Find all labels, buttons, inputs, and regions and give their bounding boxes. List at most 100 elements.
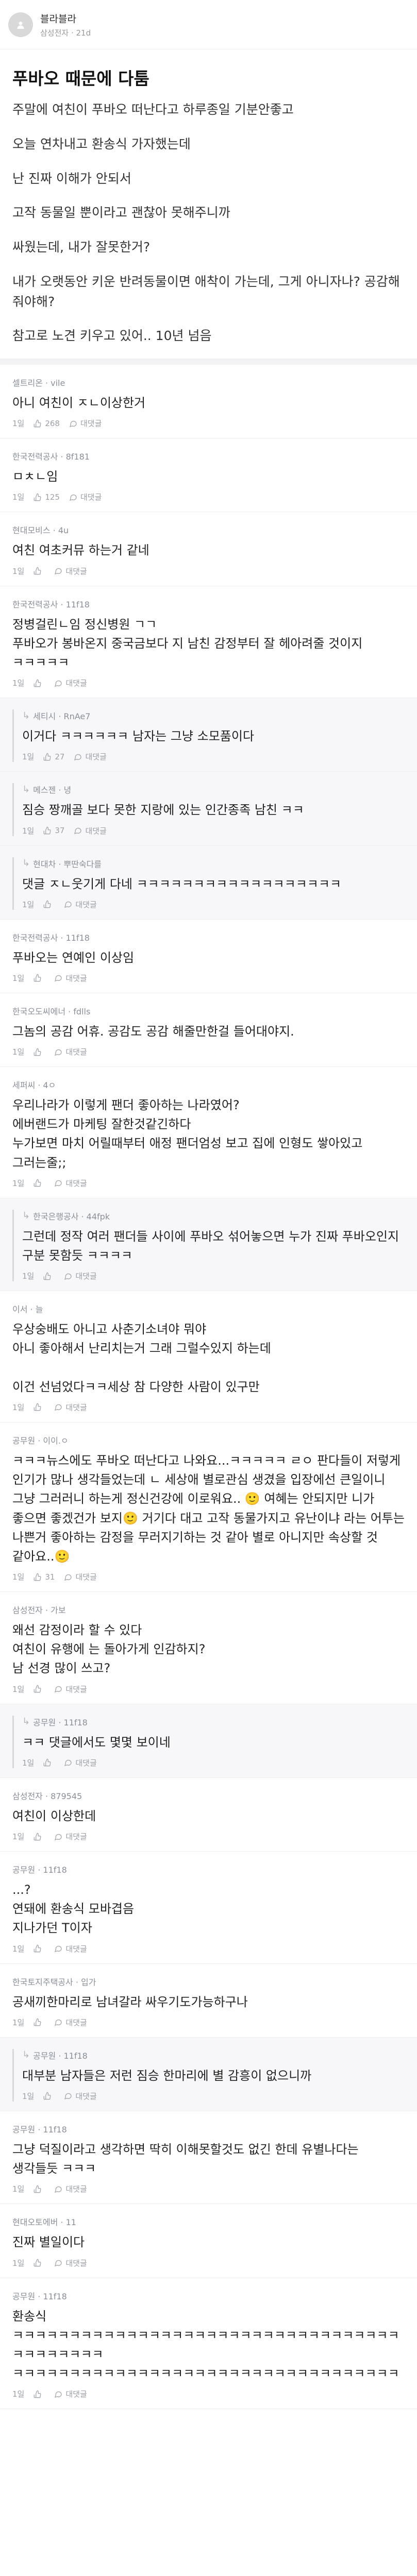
thumb-up-icon <box>43 826 52 835</box>
reply-button[interactable]: 대댓글 <box>54 1178 87 1189</box>
reply-button[interactable]: 대댓글 <box>64 899 97 910</box>
comment-text: 그냥 덕질이라고 생각하면 딱히 이해못할것도 없긴 한데 유별나다는 생각들듯… <box>12 2142 359 2176</box>
like-button[interactable]: 27 <box>43 752 64 761</box>
comment-author[interactable]: 세퍼씨 · 4ㅇ <box>12 1078 405 1091</box>
comment-author[interactable]: 현대모비스 · 4u <box>12 523 405 536</box>
comment-item: 이서 · 늘 우상숭배도 아니고 사춘기소녀야 뭐야 아니 좋아해서 난리치는거 그… <box>0 1291 417 1422</box>
author-avatar[interactable] <box>8 12 33 37</box>
like-button[interactable] <box>34 567 45 575</box>
comment-text: ㅋㅋㅋ뉴스에도 푸바오 떠난다고 나와요...ㅋㅋㅋㅋㅋ ㄹㅇ 판다들이 저렇게… <box>12 1453 405 1564</box>
like-button[interactable] <box>34 1403 45 1411</box>
reply-button[interactable]: 대댓글 <box>69 418 102 429</box>
like-button[interactable] <box>43 1758 55 1767</box>
reply-button[interactable]: 대댓글 <box>54 2258 87 2268</box>
comment-author-label: 공무원 · 이이.ㅇ <box>12 1435 69 1446</box>
reply-label: 대댓글 <box>65 2018 87 2027</box>
reply-button[interactable]: 대댓글 <box>64 2091 97 2102</box>
comment-author[interactable]: 삼성전자 · 가보 <box>12 1603 405 1616</box>
reply-button[interactable]: 대댓글 <box>54 973 87 984</box>
like-button[interactable]: 37 <box>43 826 64 835</box>
like-button[interactable] <box>34 1179 45 1187</box>
reply-button[interactable]: 대댓글 <box>74 825 107 836</box>
reply-button[interactable]: 대댓글 <box>74 751 107 762</box>
reply-button[interactable]: 대댓글 <box>64 1757 97 1768</box>
comment-author[interactable]: 한국전력공사 · 11f18 <box>12 598 405 610</box>
comment-author[interactable]: ↳ 공무원 · 11f18 <box>22 2049 405 2061</box>
reply-label: 대댓글 <box>75 900 97 909</box>
comment-text: 왜선 감정이라 할 수 있다 여친이 유행에 는 돌아가게 인감하지? 남 선경 많… <box>12 1623 206 1676</box>
like-count: 31 <box>45 1572 55 1582</box>
comment-author[interactable]: 삼성전자 · 879545 <box>12 1789 405 1802</box>
comment-author[interactable]: 한국토지주택공사 · 입가 <box>12 1975 405 1988</box>
comment-author[interactable]: 한국오도씨에너 · fdlls <box>12 1005 405 1017</box>
comment-item: 삼성전자 · 가보왜선 감정이라 할 수 있다 여친이 유행에 는 돌아가게 인감… <box>0 1592 417 1704</box>
reply-arrow-icon: ↳ <box>22 784 30 795</box>
reply-button[interactable]: 대댓글 <box>54 1943 87 1954</box>
comment-author[interactable]: ↳ 공무원 · 11f18 <box>22 1716 405 1728</box>
like-button[interactable] <box>43 2092 55 2100</box>
comment-author[interactable]: 셀트리온 · vile <box>12 376 405 388</box>
comment-author[interactable]: 한국전력공사 · 11f18 <box>12 931 405 943</box>
comment-author[interactable]: ↳ 현대차 · 뿌딴숙다를 <box>22 857 405 870</box>
like-button[interactable] <box>43 1272 55 1280</box>
reply-button[interactable]: 대댓글 <box>54 1046 87 1057</box>
comment-text: 환송식 ㅋㅋㅋㅋㅋㅋㅋㅋㅋㅋㅋㅋㅋㅋㅋㅋㅋㅋㅋㅋㅋㅋㅋㅋㅋㅋㅋㅋㅋㅋㅋㅋㅋㅋㅋㅋ… <box>12 2309 399 2381</box>
comment-time: 1일 <box>22 1758 35 1768</box>
reply-button[interactable]: 대댓글 <box>54 1402 87 1413</box>
like-button[interactable] <box>34 2185 45 2193</box>
like-button[interactable] <box>43 900 55 908</box>
reply-button[interactable]: 대댓글 <box>64 1270 97 1281</box>
like-button[interactable] <box>34 2390 45 2398</box>
comment-author[interactable]: ↳ 한국은행공사 · 44fpk <box>22 1210 405 1222</box>
comment-meta: 1일 대댓글 <box>22 2091 405 2102</box>
like-button[interactable] <box>34 974 45 982</box>
like-button[interactable] <box>34 2018 45 2026</box>
like-button[interactable]: 125 <box>34 493 60 502</box>
thumb-up-icon <box>43 1272 52 1280</box>
like-button[interactable] <box>34 679 45 687</box>
like-button[interactable]: 31 <box>34 1572 55 1582</box>
like-button[interactable]: 268 <box>34 419 60 428</box>
comment-author[interactable]: ↳ 메스젠 · 녕 <box>22 783 405 795</box>
reply-bubble-icon <box>54 2390 62 2398</box>
like-button[interactable] <box>34 1944 45 1953</box>
reply-label: 대댓글 <box>65 2389 87 2399</box>
comment-time: 1일 <box>12 1047 25 1057</box>
reply-button[interactable]: 대댓글 <box>69 492 102 502</box>
reply-button[interactable]: 대댓글 <box>54 2388 87 2399</box>
reply-button[interactable]: 대댓글 <box>54 2183 87 2194</box>
reply-button[interactable]: 대댓글 <box>54 1831 87 1842</box>
comment-author[interactable]: 공무원 · 11f18 <box>12 2123 405 2135</box>
thumb-up-icon <box>34 493 42 501</box>
comment-meta: 1일 대댓글 <box>22 1270 405 1281</box>
reply-label: 대댓글 <box>65 2184 87 2194</box>
comment-author[interactable]: 공무원 · 11f18 <box>12 1863 405 1875</box>
like-count: 125 <box>45 492 60 502</box>
author-name[interactable]: 블라블라 <box>40 11 91 25</box>
reply-comment: ↳ 공무원 · 11f18 ㅋㅋ 댓글에서도 몇몇 보이네 1일 대댓글 <box>0 1704 417 1778</box>
comment-author[interactable]: ↳ 세티시 · RnAe7 <box>22 709 405 722</box>
like-button[interactable] <box>34 1048 45 1056</box>
reply-label: 대댓글 <box>85 752 107 762</box>
reply-button[interactable]: 대댓글 <box>64 1571 97 1582</box>
post-paragraph: 주말에 여친이 푸바오 떠난다고 하루종일 기분안좋고 <box>12 102 294 117</box>
comment-author[interactable]: 공무원 · 이이.ㅇ <box>12 1434 405 1446</box>
comment-content: 한국토지주택공사 · 입가 공새끼한마리로 남녀갈라 싸우기도가능하구나 1일 대댓글 <box>12 1975 405 2028</box>
comment-meta: 1일 대댓글 <box>12 677 405 688</box>
comment-author[interactable]: 한국전력공사 · 8f181 <box>12 450 405 462</box>
like-button[interactable] <box>34 1833 45 1841</box>
comment-time: 1일 <box>12 2184 25 2194</box>
comment-author[interactable]: 공무원 · 11f18 <box>12 2290 405 2302</box>
reply-button[interactable]: 대댓글 <box>54 566 87 577</box>
comment-author[interactable]: 현대오토에버 · 11 <box>12 2215 405 2228</box>
like-button[interactable] <box>34 1685 45 1693</box>
reply-button[interactable]: 대댓글 <box>54 2017 87 2028</box>
comment-text: 이거다 ㅋㅋㅋㅋㅋㅋ 남자는 그냥 소모품이다 <box>22 729 255 744</box>
reply-button[interactable]: 대댓글 <box>54 1684 87 1694</box>
like-button[interactable] <box>34 2259 45 2267</box>
thumb-up-icon <box>34 1685 42 1693</box>
post-paragraph: 참고로 노견 키우고 있어.. 10년 넘음 <box>12 328 212 344</box>
reply-button[interactable]: 대댓글 <box>54 677 87 688</box>
comment-author[interactable]: 이서 · 늘 <box>12 1302 405 1315</box>
comment-meta: 1일 대댓글 <box>12 1046 405 1057</box>
